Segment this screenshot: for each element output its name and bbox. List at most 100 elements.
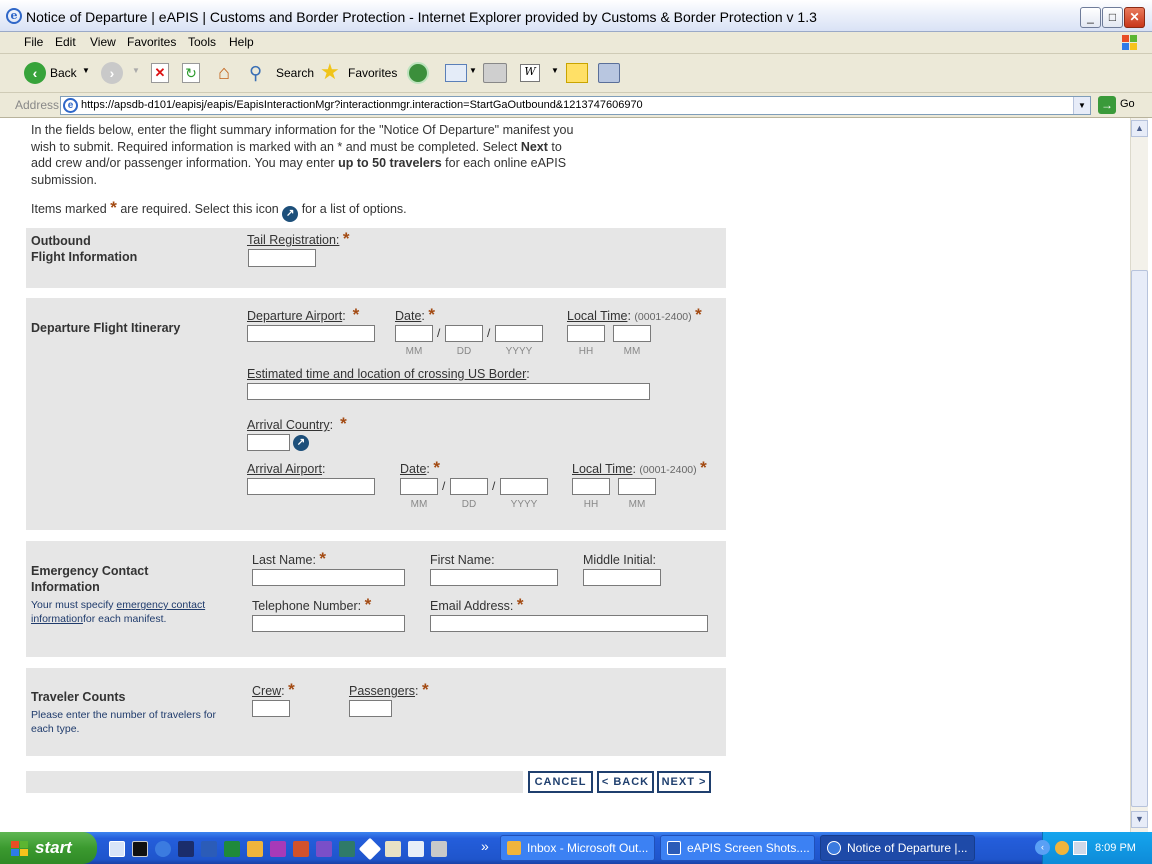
forward-dropdown-icon[interactable]: ▼ — [132, 66, 140, 75]
start-button[interactable]: start — [0, 832, 97, 864]
emergency-note-link-2[interactable]: information — [31, 613, 83, 625]
visual-studio-icon[interactable] — [178, 841, 194, 857]
home-icon[interactable]: ⌂ — [213, 62, 235, 84]
task-eapis-screenshots[interactable]: eAPIS Screen Shots.... — [660, 835, 815, 861]
arrival-year-input[interactable] — [500, 478, 548, 495]
arrival-minute-input[interactable] — [618, 478, 656, 495]
taskbar-more-icon[interactable]: » — [481, 838, 489, 854]
back-button[interactable]: < BACK — [597, 771, 654, 793]
title-bar[interactable]: e Notice of Departure | eAPIS | Customs … — [0, 0, 1152, 32]
explorer-icon[interactable] — [109, 841, 125, 857]
visio-icon[interactable] — [316, 841, 332, 857]
discuss-note-icon[interactable] — [566, 63, 588, 83]
arrival-date-text[interactable]: Date — [400, 462, 426, 476]
vertical-scrollbar[interactable]: ▲ ▼ — [1130, 118, 1148, 832]
go-button-label[interactable]: Go — [1120, 98, 1135, 110]
arrival-hour-input[interactable] — [572, 478, 610, 495]
maximize-button[interactable]: □ — [1102, 7, 1123, 28]
menu-favorites[interactable]: Favorites — [127, 35, 176, 49]
stop-icon[interactable]: ✕ — [151, 63, 169, 83]
printer-icon[interactable] — [431, 841, 447, 857]
arrival-day-input[interactable] — [450, 478, 488, 495]
middle-initial-input[interactable] — [583, 569, 661, 586]
crew-text[interactable]: Crew — [252, 684, 281, 698]
history-icon[interactable] — [407, 62, 429, 84]
mail-icon[interactable] — [445, 64, 467, 82]
departure-airport-input[interactable] — [247, 325, 375, 342]
favorites-button-label[interactable]: Favorites — [348, 66, 397, 80]
arrival-country-text[interactable]: Arrival Country — [247, 418, 330, 432]
book-icon[interactable] — [408, 841, 424, 857]
cancel-button[interactable]: CANCEL — [528, 771, 593, 793]
emergency-note-link[interactable]: emergency contact — [116, 599, 205, 611]
go-arrow-icon[interactable]: → — [1098, 96, 1116, 114]
menu-edit[interactable]: Edit — [55, 35, 76, 49]
menu-file[interactable]: File — [24, 35, 43, 49]
address-dropdown-icon[interactable]: ▼ — [1073, 97, 1090, 114]
address-input[interactable]: e https://apsdb-d101/eapisj/eapis/EapisI… — [60, 96, 1091, 115]
project-icon[interactable] — [339, 841, 355, 857]
search-icon[interactable]: ⚲ — [249, 62, 271, 84]
print-icon[interactable] — [483, 63, 507, 83]
departure-hour-input[interactable] — [567, 325, 605, 342]
word-edit-icon[interactable]: W — [520, 64, 540, 82]
menu-view[interactable]: View — [90, 35, 116, 49]
email-input[interactable] — [430, 615, 708, 632]
close-button[interactable]: ✕ — [1124, 7, 1145, 28]
crew-input[interactable] — [252, 700, 290, 717]
scroll-down-icon[interactable]: ▼ — [1131, 811, 1148, 828]
mail-dropdown-icon[interactable]: ▼ — [469, 66, 477, 75]
scroll-thumb[interactable] — [1131, 270, 1148, 807]
back-arrow-icon[interactable]: ‹ — [24, 62, 46, 84]
outlook-icon[interactable] — [247, 841, 263, 857]
telephone-input[interactable] — [252, 615, 405, 632]
back-button-label[interactable]: Back — [50, 66, 77, 80]
passengers-text[interactable]: Passengers — [349, 684, 415, 698]
favorites-star-icon[interactable]: ★ — [320, 60, 344, 84]
arrival-country-input[interactable] — [247, 434, 290, 451]
arrival-country-options-icon[interactable]: ↗ — [293, 435, 309, 451]
menu-tools[interactable]: Tools — [188, 35, 216, 49]
passengers-input[interactable] — [349, 700, 392, 717]
scroll-up-icon[interactable]: ▲ — [1131, 120, 1148, 137]
departure-year-input[interactable] — [495, 325, 543, 342]
departure-day-input[interactable] — [445, 325, 483, 342]
departure-airport-text[interactable]: Departure Airport — [247, 309, 342, 323]
tray-reminder-icon[interactable] — [1055, 841, 1069, 855]
departure-minute-input[interactable] — [613, 325, 651, 342]
tray-expand-icon[interactable]: ‹ — [1035, 840, 1050, 855]
word-icon[interactable] — [201, 841, 217, 857]
command-prompt-icon[interactable] — [132, 841, 148, 857]
departure-local-time-text[interactable]: Local Time — [567, 309, 627, 323]
forward-arrow-icon[interactable]: › — [101, 62, 123, 84]
back-dropdown-icon[interactable]: ▼ — [82, 66, 90, 75]
departure-date-text[interactable]: Date — [395, 309, 421, 323]
task-inbox[interactable]: Inbox - Microsoft Out... — [500, 835, 655, 861]
next-button[interactable]: NEXT > — [657, 771, 711, 793]
app-tent-icon[interactable] — [385, 841, 401, 857]
departure-month-input[interactable] — [395, 325, 433, 342]
powerpoint-icon[interactable] — [293, 841, 309, 857]
app-diamond-icon[interactable] — [358, 837, 382, 861]
crossing-input[interactable] — [247, 383, 650, 400]
refresh-icon[interactable]: ↻ — [182, 63, 200, 83]
arrival-local-time-text[interactable]: Local Time — [572, 462, 632, 476]
menu-help[interactable]: Help — [229, 35, 254, 49]
arrival-airport-text[interactable]: Arrival Airport — [247, 462, 322, 476]
task-notice-of-departure[interactable]: Notice of Departure |... — [820, 835, 975, 861]
crossing-text[interactable]: Estimated time and location of crossing … — [247, 367, 526, 381]
onenote-icon[interactable] — [270, 841, 286, 857]
arrival-month-input[interactable] — [400, 478, 438, 495]
tray-network-icon[interactable] — [1073, 841, 1087, 855]
internet-explorer-icon[interactable] — [155, 841, 171, 857]
last-name-input[interactable] — [252, 569, 405, 586]
excel-icon[interactable] — [224, 841, 240, 857]
search-button-label[interactable]: Search — [276, 66, 314, 80]
tail-registration-input[interactable] — [248, 249, 316, 267]
first-name-input[interactable] — [430, 569, 558, 586]
tail-registration-text[interactable]: Tail Registration: — [247, 233, 339, 247]
research-icon[interactable] — [598, 63, 620, 83]
minimize-button[interactable]: _ — [1080, 7, 1101, 28]
arrival-airport-input[interactable] — [247, 478, 375, 495]
edit-dropdown-icon[interactable]: ▼ — [551, 66, 559, 75]
